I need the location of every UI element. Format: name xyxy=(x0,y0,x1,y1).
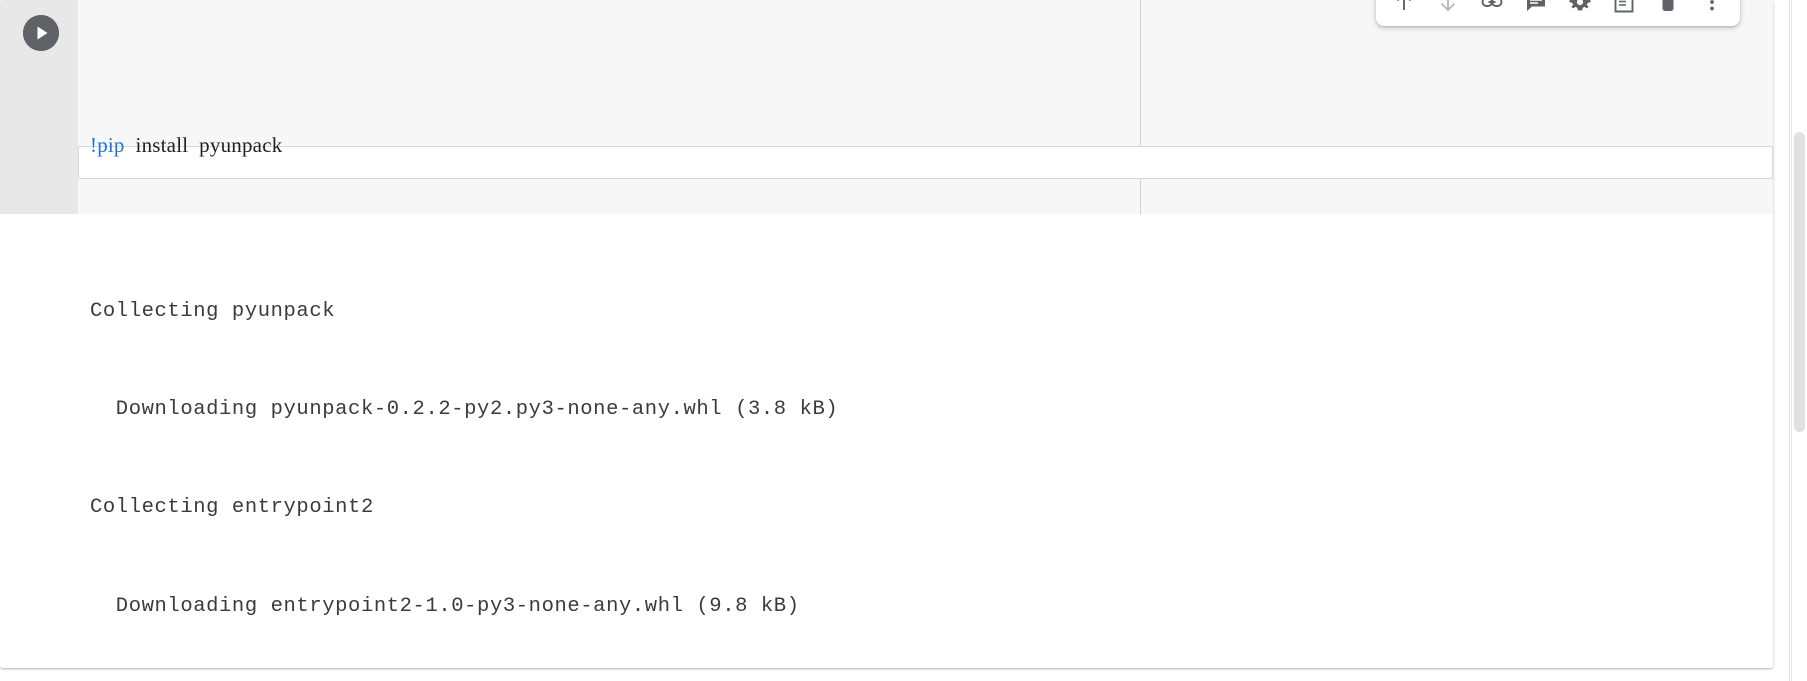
trash-icon xyxy=(1662,0,1674,11)
arrow-down-icon xyxy=(1440,0,1456,12)
colab-notebook-viewport: !pip install pyunpack !pip install patoo… xyxy=(0,0,1807,681)
scroll-area-edge xyxy=(1789,0,1790,681)
move-cell-down-button[interactable] xyxy=(1426,0,1470,22)
arrow-up-icon xyxy=(1397,0,1411,10)
output-line: Downloading entrypoint2-1.0-py3-none-any… xyxy=(90,594,800,618)
cell-output-stream: Collecting pyunpack Downloading pyunpack… xyxy=(90,230,980,668)
move-cell-up-button[interactable] xyxy=(1382,0,1426,22)
gear-icon xyxy=(1569,0,1591,11)
more-cell-actions-button[interactable] xyxy=(1690,0,1734,22)
mirror-cell-in-tab-button[interactable] xyxy=(1602,0,1646,22)
link-to-cell-button[interactable] xyxy=(1470,0,1514,22)
delete-cell-button[interactable] xyxy=(1646,0,1690,22)
cell-settings-button[interactable] xyxy=(1558,0,1602,22)
code-token-text: install pyunpack xyxy=(124,133,283,158)
output-line: Collecting entrypoint2 xyxy=(90,496,374,520)
more-vert-icon xyxy=(1710,0,1714,11)
comment-icon xyxy=(1527,0,1545,11)
open-in-new-icon xyxy=(1614,0,1634,13)
cell-output-area: Collecting pyunpack Downloading pyunpack… xyxy=(0,214,1773,668)
cell-gutter xyxy=(0,0,78,214)
link-icon xyxy=(1481,0,1503,7)
run-cell-button[interactable] xyxy=(23,15,59,51)
output-line: Downloading pyunpack-0.2.2-py2.py3-none-… xyxy=(90,397,839,421)
cell-toolbar[interactable] xyxy=(1376,0,1740,26)
output-line: Collecting pyunpack xyxy=(90,299,336,323)
code-line-1[interactable]: !pip install pyunpack xyxy=(90,128,1770,163)
vertical-scrollbar-thumb[interactable] xyxy=(1794,132,1805,432)
play-icon xyxy=(23,15,59,51)
add-comment-button[interactable] xyxy=(1514,0,1558,22)
code-token-bang: !pip xyxy=(90,133,125,158)
vertical-scrollbar-track[interactable] xyxy=(1791,0,1807,681)
notebook-code-cell[interactable]: !pip install pyunpack !pip install patoo… xyxy=(0,0,1773,668)
